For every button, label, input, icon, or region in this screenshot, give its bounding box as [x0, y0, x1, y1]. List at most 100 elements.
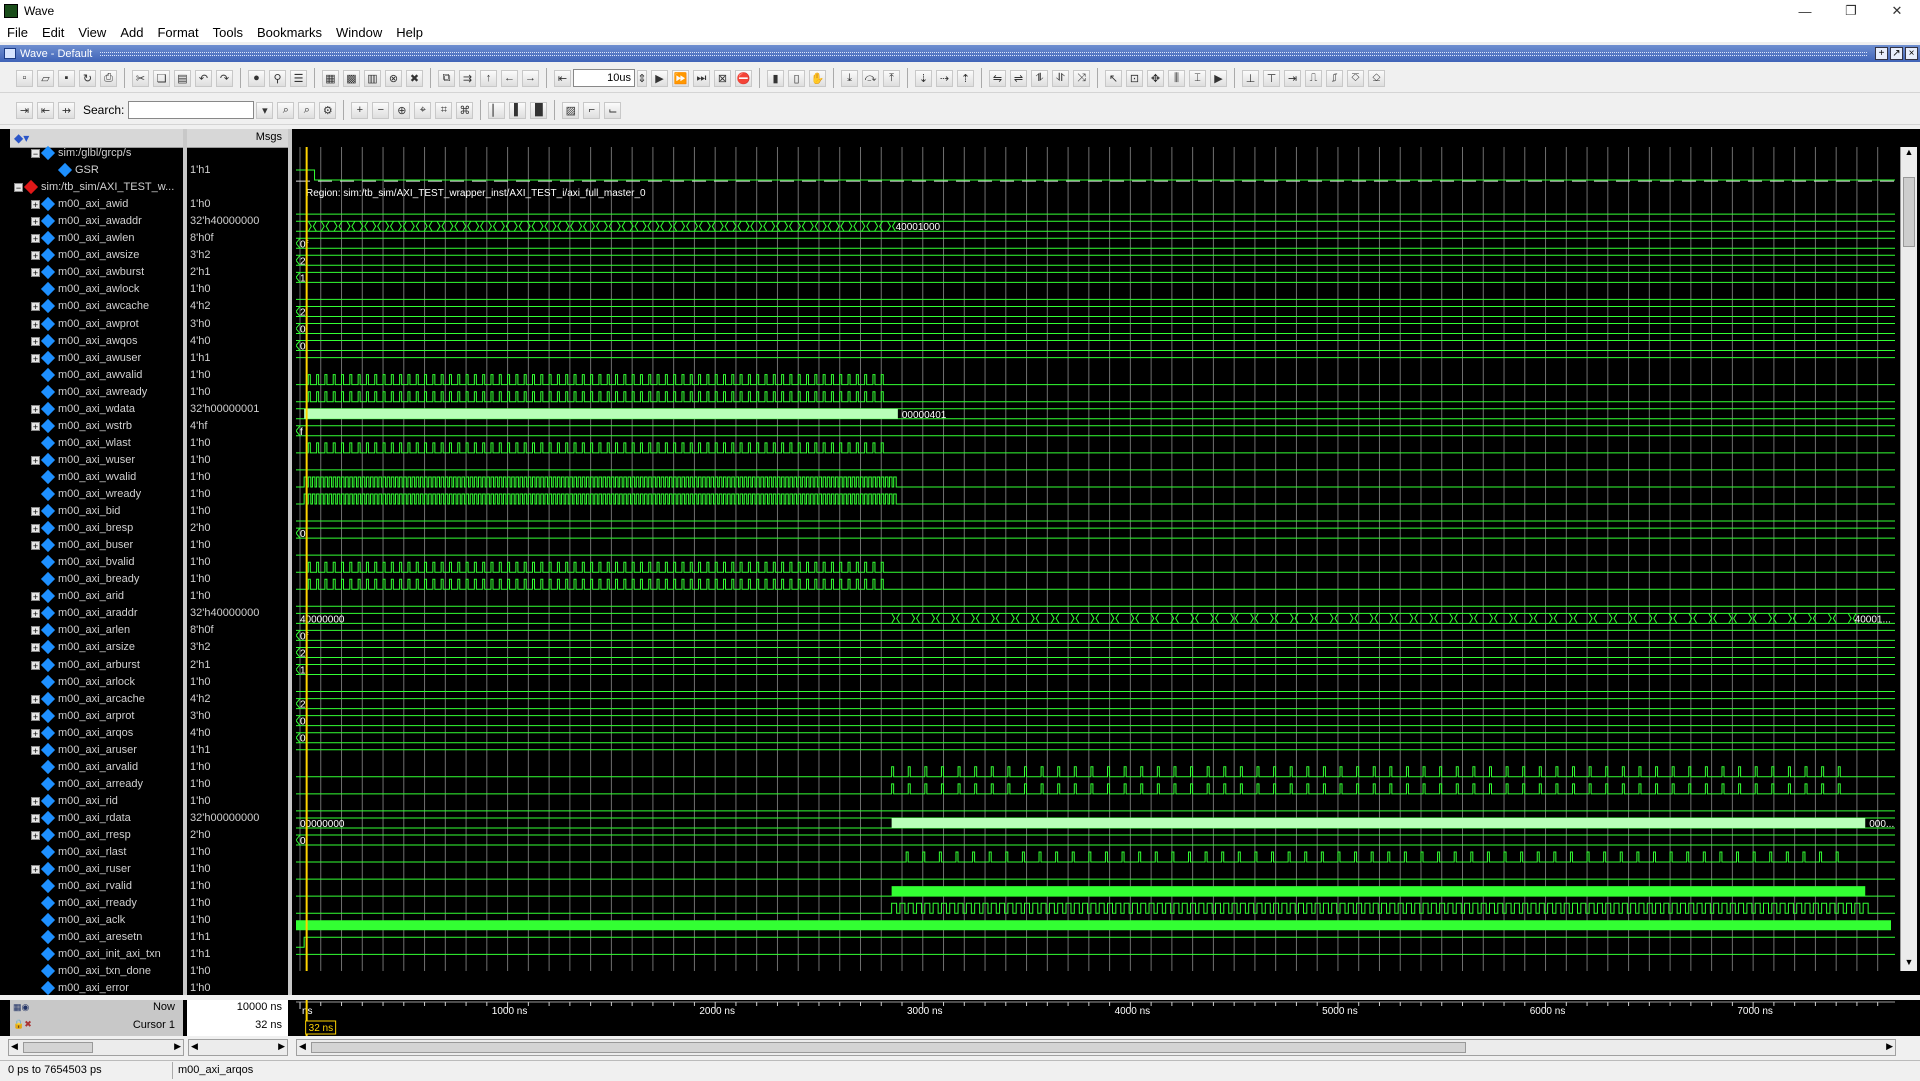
select-mode-icon[interactable]: ↖ [1105, 69, 1122, 87]
wave-vertical-scrollbar[interactable]: ▲ ▼ [1900, 147, 1917, 971]
close-button[interactable]: ✕ [1874, 0, 1920, 22]
wave-hscroll-left-icon[interactable]: ◀ [299, 1041, 306, 1052]
vscroll-thumb[interactable] [1903, 177, 1915, 247]
wave-compare-icon[interactable]: ⇋ [989, 69, 1006, 87]
zoom-out-icon[interactable]: − [372, 101, 390, 119]
expand-toggle-icon[interactable]: − [31, 149, 40, 159]
expand-toggle-icon[interactable]: + [31, 711, 40, 721]
search-prev-icon[interactable]: ⌕ [277, 101, 295, 119]
find-edge-icon[interactable]: ⊥ [1242, 69, 1259, 87]
insert-breakpoint-icon[interactable]: ⌐ [583, 101, 601, 119]
performance-icon[interactable]: ▮ [767, 69, 784, 87]
expand-toggle-icon[interactable]: + [31, 251, 40, 261]
search-options-icon[interactable]: ⚙ [319, 101, 337, 119]
cut-icon[interactable]: ✂ [132, 69, 149, 87]
expand-toggle-icon[interactable]: + [31, 609, 40, 619]
compile-all-icon[interactable]: ▩ [343, 69, 360, 87]
find-any-edge-icon[interactable]: ⎏ [1347, 69, 1364, 87]
breakpoint-icon[interactable]: ● [248, 69, 265, 87]
menu-bookmarks[interactable]: Bookmarks [250, 25, 329, 40]
zoom-range-icon[interactable]: ⌗ [435, 101, 453, 119]
expand-toggle-icon[interactable]: + [31, 319, 40, 329]
pane-add-icon[interactable]: + [1875, 47, 1888, 60]
menu-file[interactable]: File [0, 25, 35, 40]
zoom-mode-icon[interactable]: ⊡ [1126, 69, 1143, 87]
cursor-label[interactable]: Cursor 1 [133, 1019, 175, 1031]
menu-tools[interactable]: Tools [206, 25, 250, 40]
search-next-icon[interactable]: ⌕ [298, 101, 316, 119]
print-icon[interactable]: ⎙ [100, 69, 117, 87]
wave-hscroll-right-icon[interactable]: ▶ [1886, 1041, 1893, 1052]
step-forward-icon[interactable]: ⇢ [936, 69, 953, 87]
zoom-in-icon[interactable]: + [351, 101, 369, 119]
stop-sim-icon[interactable]: ⛔ [735, 69, 752, 87]
back-arrow-icon[interactable]: ← [501, 69, 518, 87]
expand-toggle-icon[interactable]: + [31, 643, 40, 653]
pane-drag-handle[interactable] [100, 51, 1867, 56]
stop-icon[interactable]: ✖ [406, 69, 423, 87]
find-icon[interactable]: ⚲ [269, 69, 286, 87]
expand-toggle-icon[interactable]: + [31, 507, 40, 517]
step-back-icon[interactable]: ⇡ [957, 69, 974, 87]
expand-toggle-icon[interactable]: − [14, 183, 23, 193]
step-over-icon[interactable]: ⤼ [862, 69, 879, 87]
expand-toggle-icon[interactable]: + [31, 541, 40, 551]
search-dropdown-icon[interactable]: ▾ [256, 101, 274, 119]
expand-toggle-icon[interactable]: + [31, 694, 40, 704]
step-menu-icon[interactable]: ⇉ [459, 69, 476, 87]
wave-compare3-icon[interactable]: ⥮ [1031, 69, 1048, 87]
menu-edit[interactable]: Edit [35, 25, 71, 40]
expand-toggle-icon[interactable]: + [31, 421, 40, 431]
wave-hscroll-thumb[interactable] [311, 1042, 1466, 1053]
hand-icon[interactable]: ✋ [809, 69, 826, 87]
expand-toggle-icon[interactable]: + [31, 200, 40, 210]
wave-horizontal-scrollbar[interactable]: ◀ ▶ [296, 1039, 1896, 1056]
expand-toggle-icon[interactable]: + [31, 592, 40, 602]
menu-add[interactable]: Add [113, 25, 150, 40]
memory-icon[interactable]: ⧉ [438, 69, 455, 87]
wave-compare4-icon[interactable]: ⥯ [1052, 69, 1069, 87]
expand-toggle-icon[interactable]: + [31, 865, 40, 875]
memory-profile-icon[interactable]: ▯ [788, 69, 805, 87]
find-next-edge-icon[interactable]: ⇥ [1284, 69, 1301, 87]
expand-toggle-icon[interactable]: + [31, 268, 40, 278]
restore-button[interactable]: ❐ [1828, 0, 1874, 22]
expand-toggle-icon[interactable]: + [31, 234, 40, 244]
open-icon[interactable]: ▱ [37, 69, 54, 87]
simulate-icon[interactable]: ▥ [364, 69, 381, 87]
pane-undock-icon[interactable]: ↗ [1890, 47, 1903, 60]
minimize-button[interactable]: — [1782, 0, 1828, 22]
break-icon[interactable]: ⊗ [385, 69, 402, 87]
run-all-icon[interactable]: ⏭ [693, 69, 710, 87]
find-prev-edge-icon[interactable]: ⊤ [1263, 69, 1280, 87]
step-icon[interactable]: ⤓ [841, 69, 858, 87]
waveform-pane[interactable]: Region: sim:/tb_sim/AXI_TEST_wrapper_ins… [296, 147, 1895, 971]
expand-toggle-icon[interactable]: + [31, 524, 40, 534]
expand-toggle-icon[interactable]: + [31, 796, 40, 806]
menu-view[interactable]: View [71, 25, 113, 40]
expand-toggle-icon[interactable]: + [31, 404, 40, 414]
compile-icon[interactable]: ▦ [322, 69, 339, 87]
menu-window[interactable]: Window [329, 25, 389, 40]
expand-toggle-icon[interactable]: + [31, 217, 40, 227]
names-horizontal-scrollbar[interactable]: ◀ ▶ [8, 1039, 184, 1056]
menu-format[interactable]: Format [150, 25, 205, 40]
zoom-full-icon[interactable]: ⊕ [393, 101, 411, 119]
cursor-delete-icon[interactable]: ⇤ [37, 101, 54, 119]
edit-mode-icon[interactable]: ⫼ [1168, 69, 1185, 87]
new-file-icon[interactable]: ▫ [16, 69, 33, 87]
time-ruler[interactable]: ns1000 ns2000 ns3000 ns4000 ns5000 ns600… [296, 1000, 1895, 1036]
undo-icon[interactable]: ↶ [195, 69, 212, 87]
paste-icon[interactable]: ▤ [174, 69, 191, 87]
vscroll-down-icon[interactable]: ▼ [1901, 957, 1917, 971]
reload-icon[interactable]: ↻ [79, 69, 96, 87]
wave-style-1-icon[interactable]: ▏ [488, 101, 506, 119]
insert-divider-icon[interactable]: ▨ [562, 101, 580, 119]
find-transition-icon[interactable]: ⎐ [1368, 69, 1385, 87]
pane-close-icon[interactable]: × [1905, 47, 1918, 60]
filter-icon[interactable]: ◆▾ [14, 131, 29, 145]
expand-toggle-icon[interactable]: + [31, 831, 40, 841]
expand-toggle-icon[interactable]: + [31, 660, 40, 670]
vscroll-up-icon[interactable]: ▲ [1901, 147, 1917, 161]
step-out-icon[interactable]: ⤒ [883, 69, 900, 87]
